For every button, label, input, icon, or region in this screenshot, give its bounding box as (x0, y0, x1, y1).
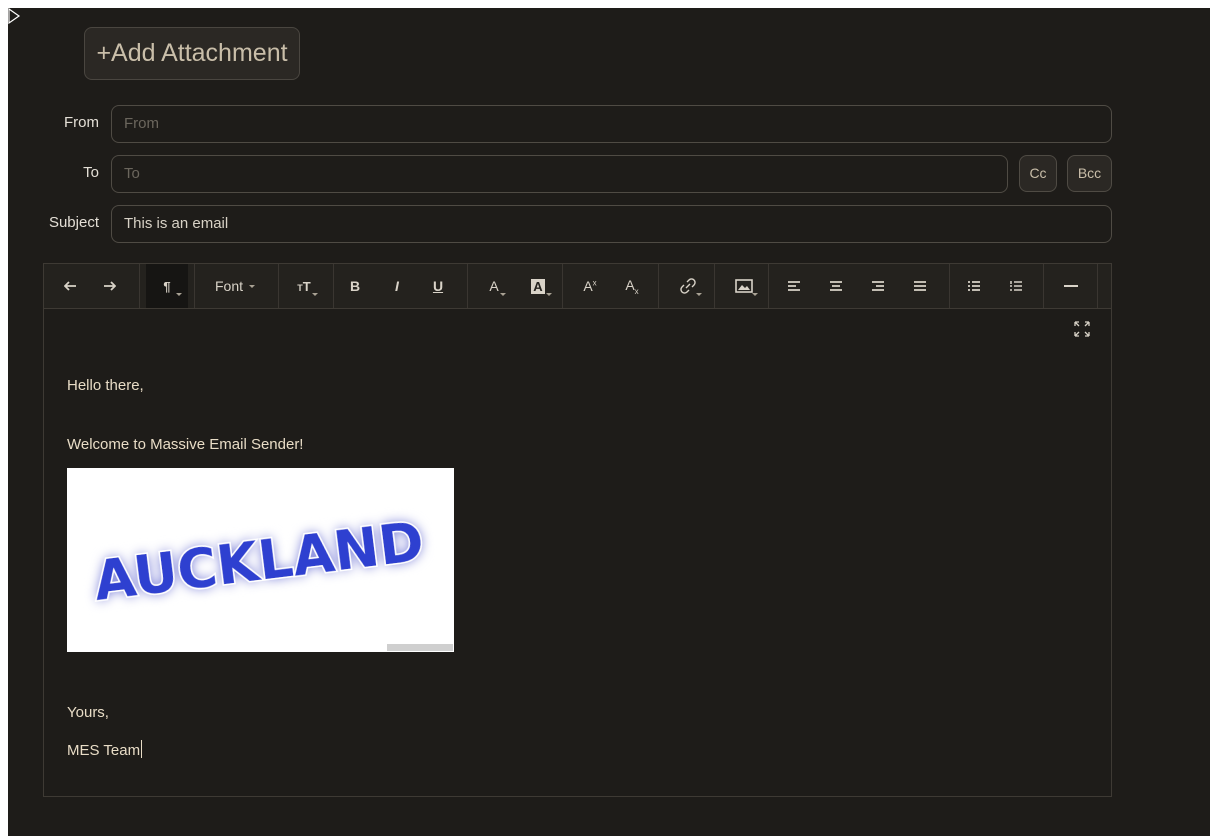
from-input[interactable]: From (111, 105, 1112, 143)
auckland-text: AUCKLAND (90, 510, 427, 613)
link-button[interactable] (668, 264, 708, 308)
image-button[interactable] (724, 264, 764, 308)
align-center-button[interactable] (819, 264, 853, 308)
pointer-icon (8, 8, 21, 25)
subject-input[interactable]: This is an email (111, 205, 1112, 243)
numbered-list-icon (1010, 281, 1022, 291)
subject-label: Subject (48, 214, 99, 231)
font-size-button[interactable]: TT (284, 264, 324, 308)
align-right-button[interactable] (861, 264, 895, 308)
text-cursor (141, 740, 143, 758)
bcc-button[interactable]: Bcc (1067, 155, 1112, 192)
from-label: From (64, 114, 99, 131)
font-color-icon: A (489, 278, 499, 294)
font-dropdown[interactable]: Font (204, 264, 266, 308)
numbered-list-button[interactable] (999, 264, 1033, 308)
add-attachment-button[interactable]: +Add Attachment (84, 27, 300, 80)
rich-text-editor[interactable]: ¶ Font TT B I U A A Ax Ax Hello there, W… (43, 263, 1112, 797)
font-color-button[interactable]: A (476, 264, 512, 308)
paragraph-icon: ¶ (163, 278, 171, 294)
horizontal-rule-button[interactable] (1053, 264, 1089, 308)
to-label: To (83, 164, 99, 181)
bold-button[interactable]: B (342, 264, 368, 308)
auckland-logo: AUCKLAND (89, 508, 453, 651)
align-left-button[interactable] (777, 264, 811, 308)
underline-button[interactable]: U (425, 264, 451, 308)
background-color-icon: A (531, 278, 545, 294)
italic-button[interactable]: I (384, 264, 410, 308)
bullet-list-button[interactable] (957, 264, 991, 308)
signature-text: MES Team (67, 742, 141, 759)
align-right-icon (872, 281, 884, 291)
greeting-text: Hello there, (67, 377, 144, 394)
undo-icon (64, 281, 76, 291)
link-icon (680, 278, 696, 294)
email-composer: +Add Attachment From From To To Cc Bcc S… (8, 8, 1210, 836)
align-left-icon (788, 281, 800, 291)
editor-toolbar: ¶ Font TT B I U A A Ax Ax (44, 264, 1111, 309)
cc-button[interactable]: Cc (1019, 155, 1057, 192)
align-center-icon (830, 281, 842, 291)
paragraph-style-button[interactable]: ¶ (146, 264, 188, 308)
font-label: Font (214, 278, 243, 294)
to-input[interactable]: To (111, 155, 1008, 193)
background-color-button[interactable]: A (518, 264, 558, 308)
bullet-list-icon (968, 281, 980, 291)
auckland-image[interactable]: AUCKLAND (67, 468, 454, 652)
signature-line: MES Team (67, 740, 143, 759)
subscript-icon: Ax (625, 276, 639, 296)
image-icon (735, 279, 753, 293)
subscript-button[interactable]: Ax (614, 264, 650, 308)
redo-button[interactable] (94, 264, 124, 308)
justify-icon (914, 281, 926, 291)
fullscreen-icon (1074, 321, 1090, 337)
closing-text: Yours, (67, 704, 109, 721)
welcome-text: Welcome to Massive Email Sender! (67, 436, 304, 453)
fullscreen-button[interactable] (1073, 320, 1091, 338)
horizontal-rule-icon (1064, 285, 1078, 287)
redo-icon (104, 281, 116, 291)
superscript-icon: Ax (583, 278, 597, 294)
justify-button[interactable] (903, 264, 937, 308)
undo-button[interactable] (56, 264, 86, 308)
font-size-icon: TT (297, 278, 311, 294)
superscript-button[interactable]: Ax (572, 264, 608, 308)
